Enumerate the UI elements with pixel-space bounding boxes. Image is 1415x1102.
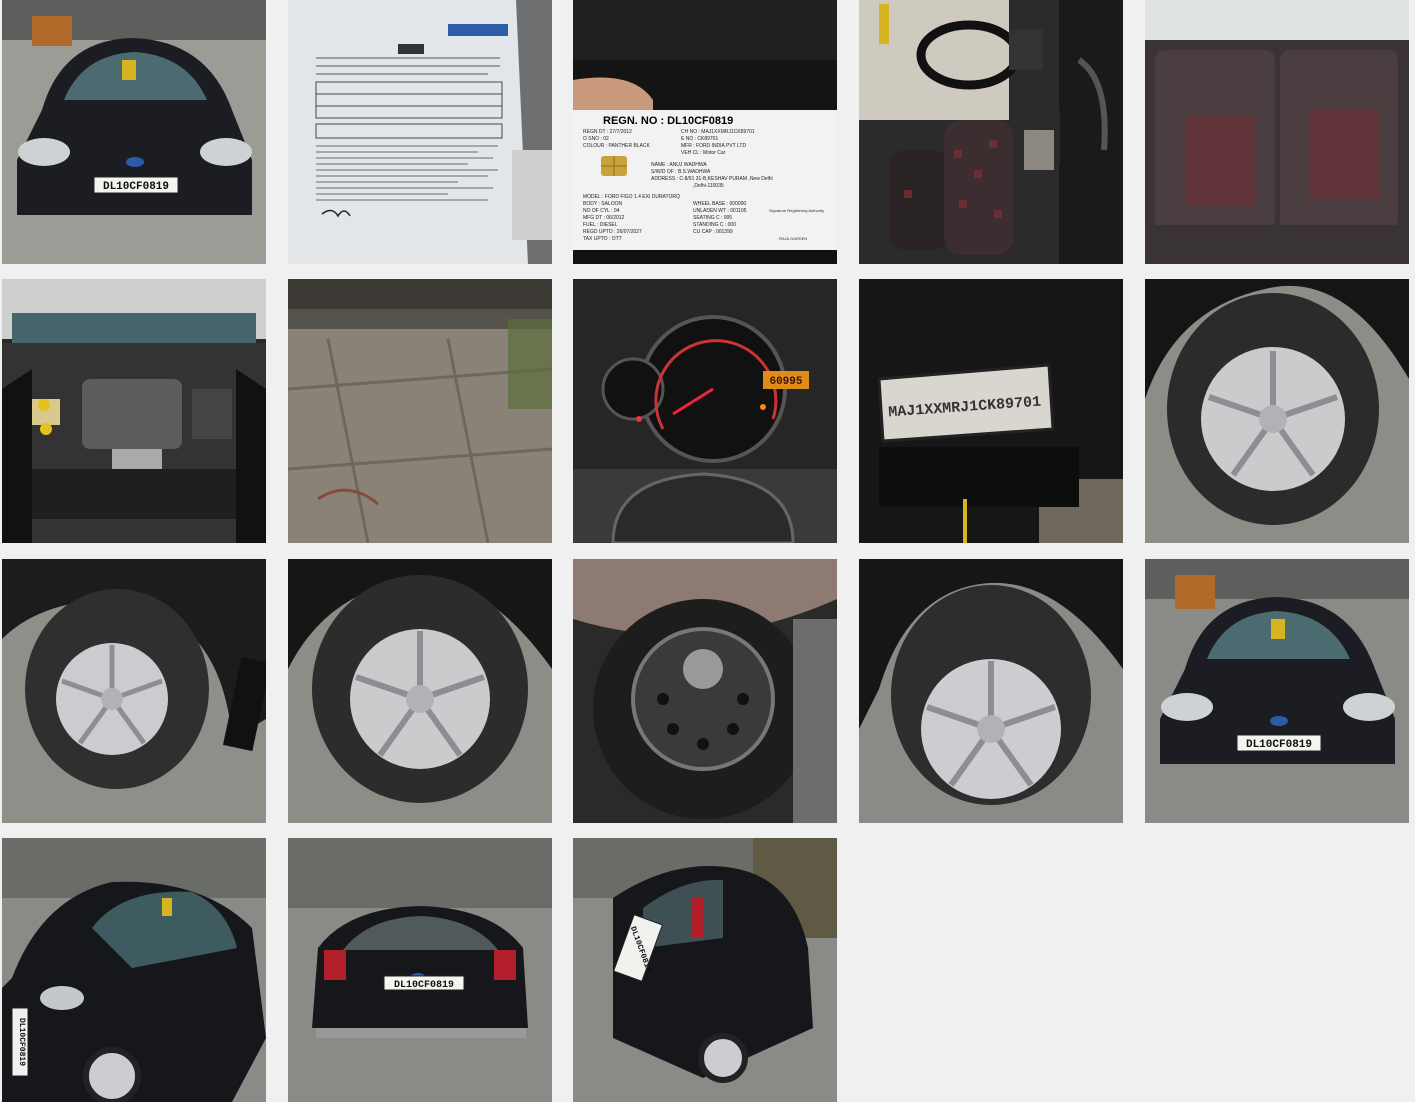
photo-wheel-front-right[interactable] <box>1145 279 1409 543</box>
photo-front-three-quarter[interactable]: DL10CF0819 <box>2 838 266 1102</box>
number-plate-text: DL10CF0819 <box>17 1018 26 1066</box>
rc-cyl: NO OF CYL : 04 <box>583 208 620 214</box>
rc-swdo: S/W/D OF : B.S.WADHWA <box>651 169 711 175</box>
car-three-quarter-image: DL10CF0819 <box>2 838 266 1102</box>
photo-gallery: DL10CF0819 REGN. NO: DL10CF0819 REGN DT… <box>0 0 1415 1102</box>
rc-o-sno: O SNO : 02 <box>583 136 609 142</box>
rc-regn-dt: REGN DT : 27/7/2012 <box>583 129 632 135</box>
number-plate-text: DL10CF0819 <box>394 980 454 991</box>
rc-rto: RAJA GARDEN <box>779 236 807 241</box>
photo-instrument-cluster[interactable]: 60995 <box>573 279 837 543</box>
photo-front-view[interactable]: DL10CF0819 <box>2 0 266 264</box>
car-front-image: DL10CF0819 <box>2 0 266 264</box>
rc-mfr: MFR : FORD INDIA PVT LTD <box>681 143 746 149</box>
photo-wheel-front-left[interactable] <box>2 559 266 823</box>
photo-chassis-plate[interactable]: MAJ1XXMRJ1CK89701 <box>859 279 1123 543</box>
rc-veh-cl: VEH CL : Motor Car <box>681 150 726 156</box>
photo-wheel-rear-left[interactable] <box>288 559 552 823</box>
underbody-image <box>288 279 552 543</box>
odometer-reading: 60995 <box>769 376 802 388</box>
rc-mfg: MFG DT : 06/2012 <box>583 215 625 221</box>
spare-wheel-image <box>573 559 837 823</box>
driver-interior-image <box>859 0 1123 264</box>
car-front-image: DL10CF0819 <box>1145 559 1409 823</box>
wheel-image <box>1145 279 1409 543</box>
photo-driver-interior[interactable] <box>859 0 1123 264</box>
rc-model: MODEL : FORD FIGO 1.4 EXI DURATORQ <box>583 194 680 200</box>
rear-seats-image <box>1145 0 1409 264</box>
rc-e-no: E NO : CK89701 <box>681 136 718 142</box>
insurance-document-image <box>288 0 552 264</box>
rc-signature-label: Signature Registering Authority <box>769 208 824 213</box>
instrument-cluster-image: 60995 <box>573 279 837 543</box>
rc-colour: COLOUR : PANTHER BLACK <box>583 143 651 149</box>
number-plate-text: DL10CF0819 <box>1246 739 1312 751</box>
rc-body: BODY : SALOON <box>583 201 622 207</box>
rc-seating: SEATING C : 005 <box>693 215 732 221</box>
car-three-quarter-image: DL10CF0819 <box>573 838 837 1102</box>
photo-rear-three-quarter[interactable]: DL10CF0819 <box>573 838 837 1102</box>
chassis-number-image: MAJ1XXMRJ1CK89701 <box>859 279 1123 543</box>
rc-regn-no: REGN. NO : DL10CF0819 <box>603 115 733 127</box>
photo-front-view-2[interactable]: DL10CF0819 <box>1145 559 1409 823</box>
photo-underbody[interactable] <box>288 279 552 543</box>
rc-regd-upto: REGD UPTO : 26/07/2027 <box>583 229 642 235</box>
photo-insurance-document[interactable] <box>288 0 552 264</box>
photo-rear-seats[interactable] <box>1145 0 1409 264</box>
engine-bay-image <box>2 279 266 543</box>
rc-ch-no: CH NO : MAJ1XXMRJ1CK89701 <box>681 129 755 135</box>
photo-spare-wheel[interactable] <box>573 559 837 823</box>
rc-owner-name: NAME : ANUJ WADHWA <box>651 162 707 168</box>
rc-tax: TAX UPTO : OTT <box>583 236 622 242</box>
wheel-image <box>288 559 552 823</box>
rc-cu-cap: CU CAP : 001399 <box>693 229 733 235</box>
photo-wheel-rear-right[interactable] <box>859 559 1123 823</box>
number-plate-text: DL10CF0819 <box>103 181 169 193</box>
photo-rear-view[interactable]: DL10CF0819 <box>288 838 552 1102</box>
car-rear-image: DL10CF0819 <box>288 838 552 1102</box>
rc-wheel-base: WHEEL BASE : 000000 <box>693 201 746 207</box>
photo-registration-card[interactable]: REGN. NO : DL10CF0819 REGN DT : 27/7/201… <box>573 0 837 264</box>
rc-fuel: FUEL : DIESEL <box>583 222 618 228</box>
wheel-image <box>2 559 266 823</box>
wheel-image <box>859 559 1123 823</box>
rc-unladen: UNLADEN WT : 001105 <box>693 208 747 214</box>
rc-address: ADDRESS : C-8/91 31-B,KESHAV PURAM ,New … <box>651 176 773 182</box>
registration-card-image: REGN. NO : DL10CF0819 REGN DT : 27/7/201… <box>573 0 837 264</box>
photo-engine-bay[interactable] <box>2 279 266 543</box>
rc-standing: STANDING C : 000 <box>693 222 736 228</box>
rc-address-2: ,Delhi-110035 <box>693 183 724 189</box>
